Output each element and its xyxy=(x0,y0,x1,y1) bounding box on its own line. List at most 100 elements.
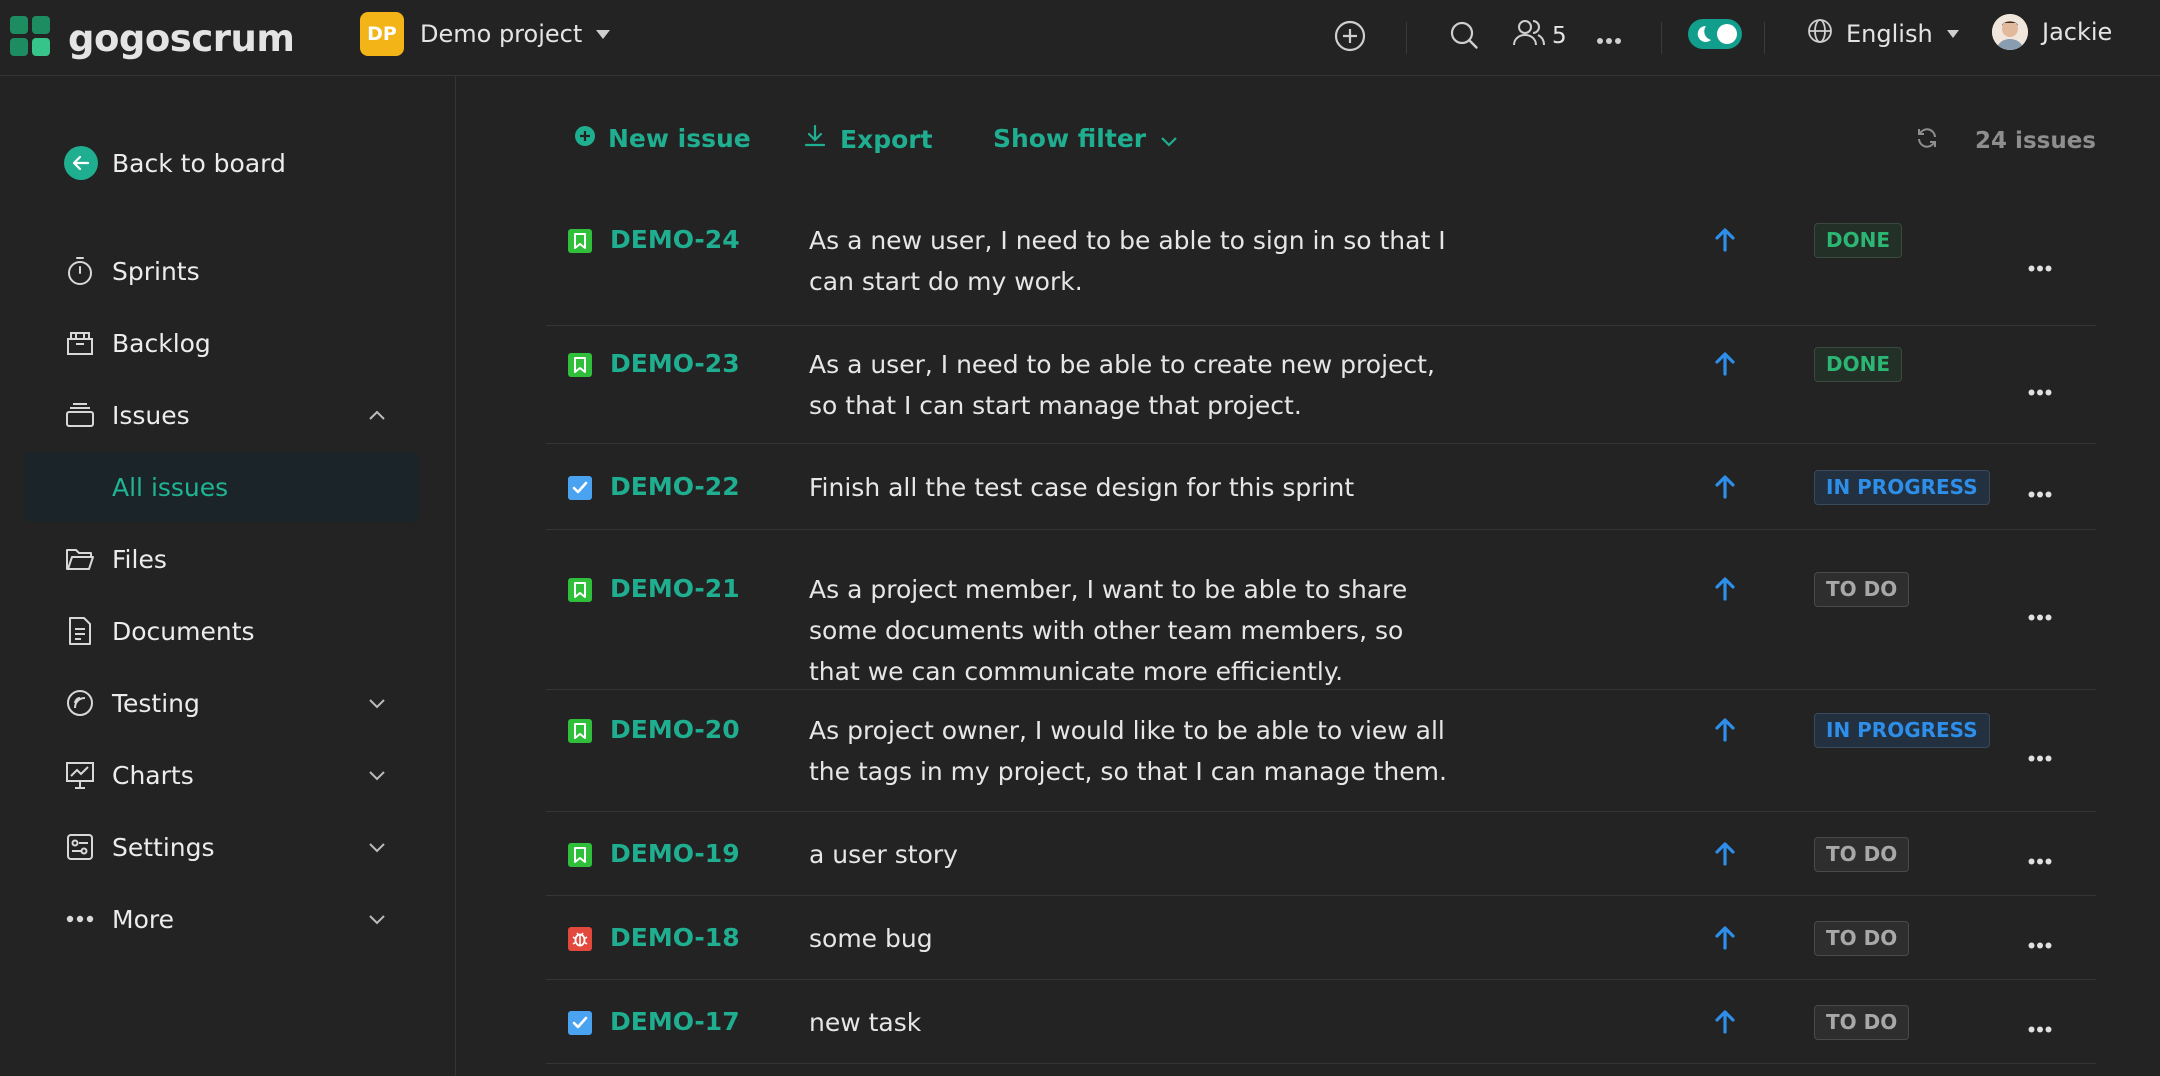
sidebar-item-issues[interactable]: Issues xyxy=(64,392,394,438)
dark-mode-toggle[interactable] xyxy=(1688,19,1742,49)
row-more-icon[interactable] xyxy=(2028,257,2052,276)
chevron-down-icon xyxy=(368,838,386,857)
backlog-box-icon xyxy=(64,327,96,359)
table-row[interactable]: DEMO-17 new task TO DO xyxy=(546,980,2096,1064)
table-row[interactable]: DEMO-24 As a new user, I need to be able… xyxy=(546,196,2096,326)
issue-key[interactable]: DEMO-18 xyxy=(610,923,740,952)
sidebar-item-label: Settings xyxy=(112,832,215,862)
row-more-icon[interactable] xyxy=(2028,747,2052,766)
issue-key[interactable]: DEMO-20 xyxy=(610,715,740,744)
language-selector[interactable]: English xyxy=(1806,17,1959,51)
issue-summary[interactable]: some bug xyxy=(809,918,1449,959)
sidebar-item-label: Backlog xyxy=(112,328,211,358)
export-button[interactable]: Export xyxy=(804,124,933,154)
issue-key[interactable]: DEMO-21 xyxy=(610,574,740,603)
row-more-icon[interactable] xyxy=(2028,1018,2052,1037)
issue-summary[interactable]: As project owner, I would like to be abl… xyxy=(809,710,1449,792)
sidebar-item-all-issues[interactable]: All issues xyxy=(24,452,418,522)
avatar xyxy=(1992,14,2028,50)
issue-key[interactable]: DEMO-22 xyxy=(610,472,740,501)
brand-name: gogoscrum xyxy=(68,16,295,60)
sidebar-item-label: All issues xyxy=(112,472,229,502)
status-badge[interactable]: TO DO xyxy=(1814,572,1910,607)
new-issue-label: New issue xyxy=(608,124,751,153)
show-filter-label: Show filter xyxy=(993,124,1147,153)
status-badge[interactable]: TO DO xyxy=(1814,836,1910,872)
issue-summary[interactable]: a user story xyxy=(809,834,1449,875)
add-circle-icon[interactable] xyxy=(1333,19,1367,57)
user-name: Jackie xyxy=(2042,18,2113,46)
folder-icon xyxy=(64,543,96,575)
priority-high-icon xyxy=(1712,227,1738,253)
priority-high-icon xyxy=(1712,717,1738,743)
members-button[interactable]: 5 xyxy=(1512,18,1567,54)
table-row[interactable]: DEMO-22 Finish all the test case design … xyxy=(546,444,2096,530)
back-to-board-link[interactable]: Back to board xyxy=(64,146,286,180)
issue-key[interactable]: DEMO-23 xyxy=(610,349,740,378)
table-row[interactable]: DEMO-18 some bug TO DO xyxy=(546,896,2096,980)
issue-key[interactable]: DEMO-19 xyxy=(610,839,740,868)
sidebar-item-label: More xyxy=(112,904,174,934)
table-row[interactable]: DEMO-21 As a project member, I want to b… xyxy=(546,530,2096,690)
sidebar-item-testing[interactable]: Testing xyxy=(64,680,394,726)
sidebar-item-settings[interactable]: Settings xyxy=(64,824,394,870)
chart-board-icon xyxy=(64,759,96,791)
brand-logo[interactable]: gogoscrum xyxy=(10,16,295,60)
search-icon[interactable] xyxy=(1448,19,1480,55)
chevron-down-icon xyxy=(368,766,386,785)
row-more-icon[interactable] xyxy=(2028,934,2052,953)
issue-key[interactable]: DEMO-24 xyxy=(610,225,740,254)
issue-summary[interactable]: new task xyxy=(809,1002,1449,1043)
logo-mark-icon xyxy=(10,16,56,60)
sidebar-item-charts[interactable]: Charts xyxy=(64,752,394,798)
sidebar-item-label: Charts xyxy=(112,760,194,790)
sidebar-item-sprints[interactable]: Sprints xyxy=(64,248,394,294)
status-badge[interactable]: TO DO xyxy=(1814,1004,1910,1040)
issue-summary[interactable]: Finish all the test case design for this… xyxy=(809,467,1449,508)
issue-count: 24 issues xyxy=(1915,126,2096,156)
issue-count-label: 24 issues xyxy=(1975,128,2096,154)
row-more-icon[interactable] xyxy=(2028,606,2052,625)
more-horizontal-icon[interactable] xyxy=(1596,30,1622,49)
table-row[interactable]: DEMO-19 a user story TO DO xyxy=(546,812,2096,896)
bug-type-icon xyxy=(568,926,592,951)
chevron-down-icon xyxy=(368,910,386,929)
status-badge[interactable]: DONE xyxy=(1814,347,1903,382)
sidebar-item-label: Sprints xyxy=(112,256,200,286)
refresh-icon[interactable] xyxy=(1915,126,1939,156)
story-type-icon xyxy=(568,842,592,867)
caret-down-icon xyxy=(1946,30,1959,38)
arrow-left-icon xyxy=(64,146,98,180)
user-menu[interactable]: Jackie xyxy=(1992,14,2112,50)
issue-summary[interactable]: As a user, I need to be able to create n… xyxy=(809,344,1449,426)
status-badge[interactable]: DONE xyxy=(1814,223,1903,258)
show-filter-button[interactable]: Show filter xyxy=(993,124,1178,153)
chevron-down-icon xyxy=(1160,124,1178,153)
status-badge[interactable]: IN PROGRESS xyxy=(1814,713,1990,748)
new-issue-button[interactable]: New issue xyxy=(574,124,751,153)
stopwatch-icon xyxy=(64,255,96,287)
priority-high-icon xyxy=(1712,351,1738,377)
sidebar: Back to board Sprints Backlog Issues All… xyxy=(0,76,456,1076)
members-icon xyxy=(1512,18,1546,54)
project-switcher[interactable]: DP Demo project xyxy=(360,12,611,56)
table-row[interactable]: DEMO-20 As project owner, I would like t… xyxy=(546,690,2096,812)
priority-high-icon xyxy=(1712,925,1738,951)
table-row[interactable]: DEMO-23 As a user, I need to be able to … xyxy=(546,326,2096,444)
row-more-icon[interactable] xyxy=(2028,850,2052,869)
row-more-icon[interactable] xyxy=(2028,381,2052,400)
globe-icon xyxy=(1806,17,1834,51)
status-badge[interactable]: TO DO xyxy=(1814,920,1910,956)
issues-stack-icon xyxy=(64,399,96,431)
status-badge[interactable]: IN PROGRESS xyxy=(1814,469,1990,505)
sidebar-item-label: Files xyxy=(112,544,167,574)
sidebar-item-files[interactable]: Files xyxy=(64,536,394,582)
issue-summary[interactable]: As a project member, I want to be able t… xyxy=(809,569,1449,692)
row-more-icon[interactable] xyxy=(2028,483,2052,502)
sidebar-item-more[interactable]: More xyxy=(64,896,394,942)
sidebar-item-backlog[interactable]: Backlog xyxy=(64,320,394,366)
priority-high-icon xyxy=(1712,841,1738,867)
issue-key[interactable]: DEMO-17 xyxy=(610,1007,740,1036)
issue-summary[interactable]: As a new user, I need to be able to sign… xyxy=(809,220,1449,302)
sidebar-item-documents[interactable]: Documents xyxy=(64,608,394,654)
